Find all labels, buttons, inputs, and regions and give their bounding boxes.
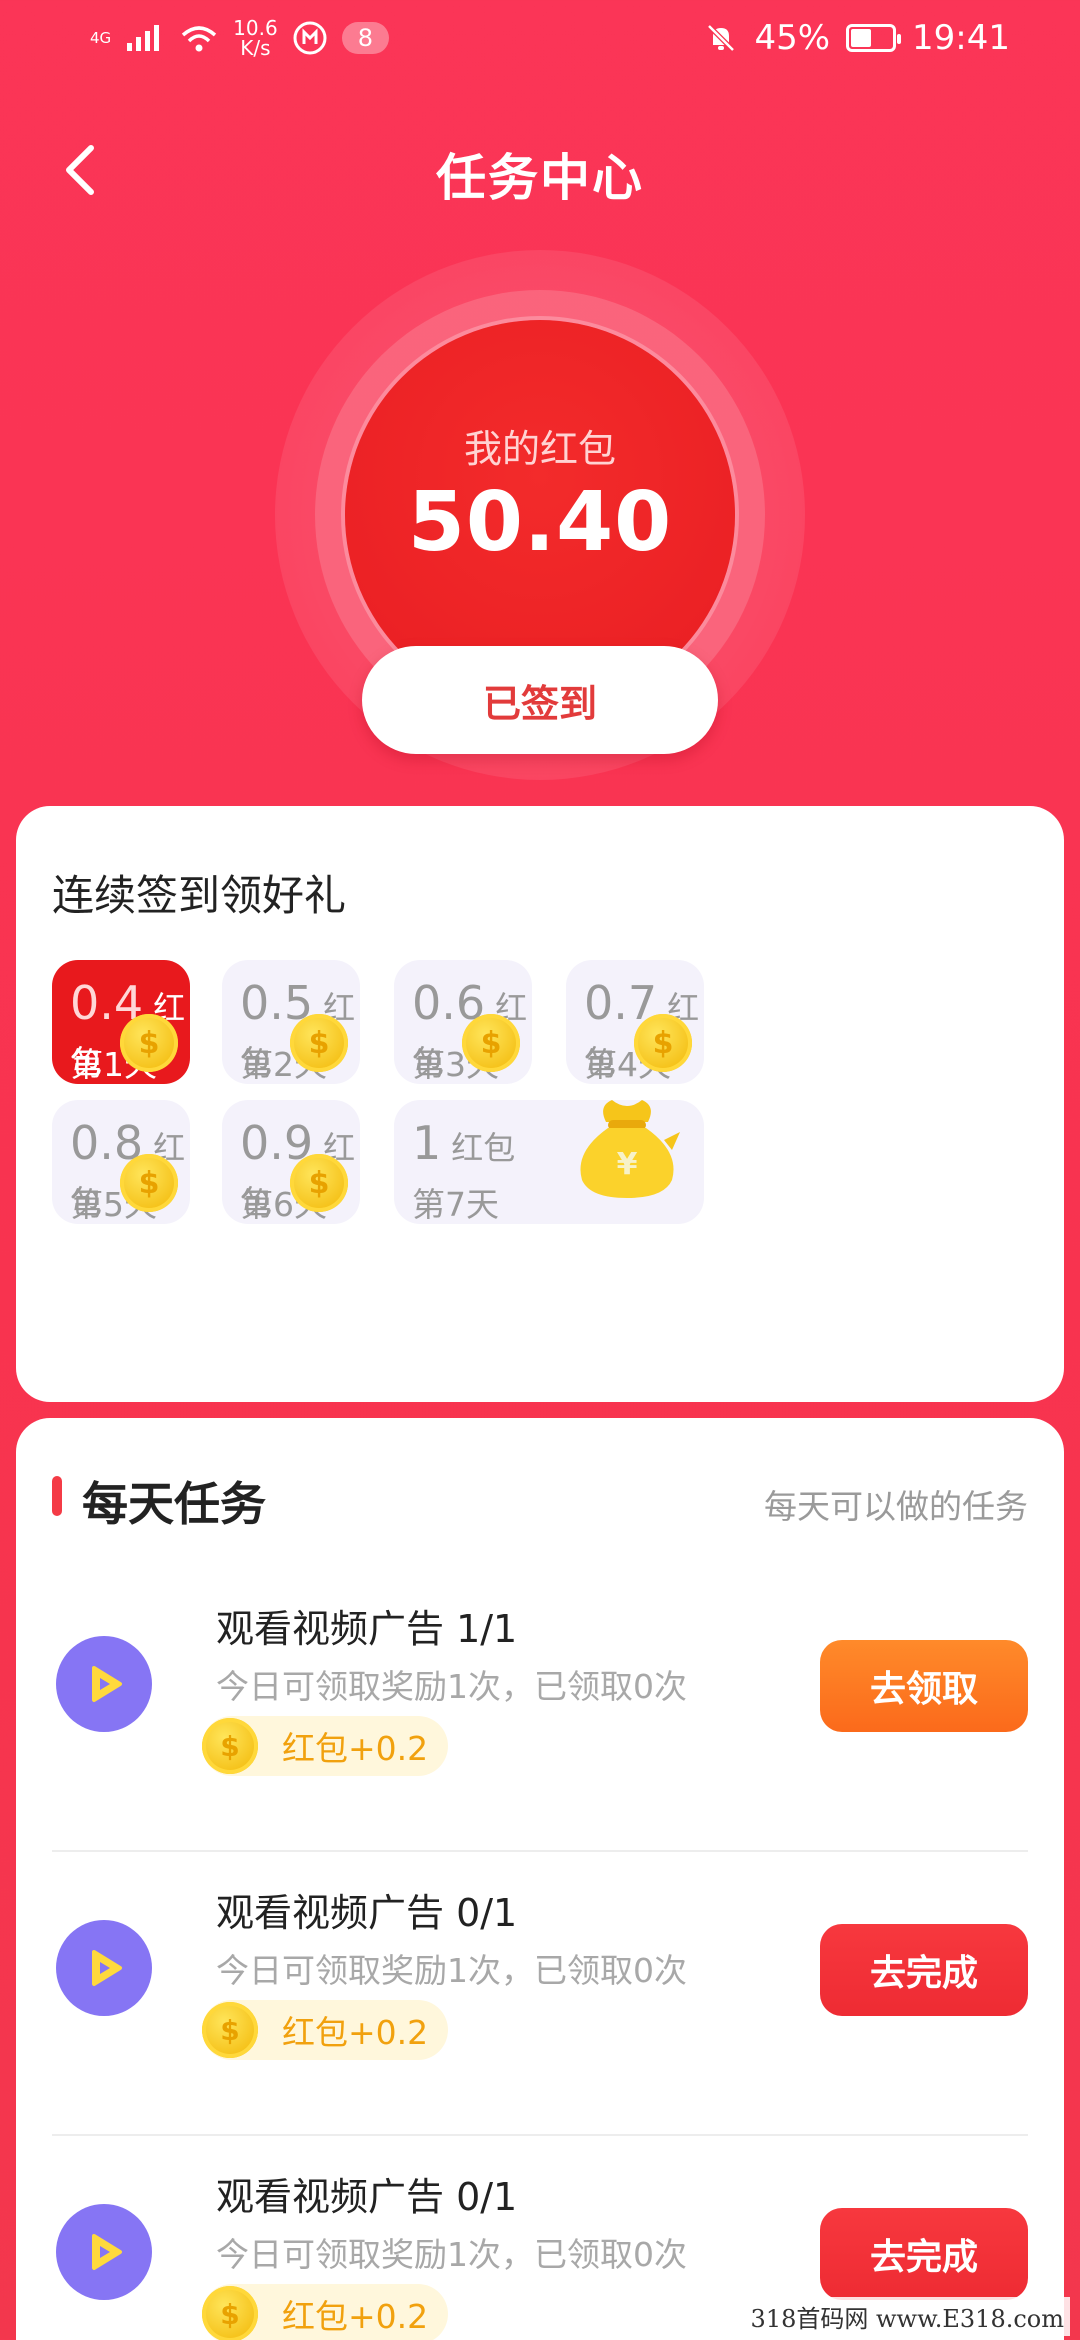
tasks-title: 每天任务 [82, 1477, 266, 1531]
task-description: 今日可领取奖励1次，已领取0次 [216, 1667, 687, 1706]
coin-icon: $ [202, 1718, 258, 1774]
task-description: 今日可领取奖励1次，已领取0次 [216, 1951, 687, 1990]
coin-icon: $ [202, 2002, 258, 2058]
play-icon [56, 1636, 152, 1732]
task-reward-text: 红包+0.2 [282, 1729, 429, 1768]
money-bag-icon: ¥ [580, 1100, 680, 1198]
checkin-title: 连续签到领好礼 [52, 871, 347, 920]
complete-task-button[interactable]: 去完成 [820, 1924, 1028, 2016]
checkin-day-7[interactable]: 1 红包 第7天 ¥ [394, 1100, 704, 1224]
coin-icon: $ [462, 1014, 520, 1072]
network-type: 4G [90, 29, 112, 47]
status-right: 45% 19:41 [704, 18, 1010, 58]
task-row: 观看视频广告 0/1 今日可领取奖励1次，已领取0次 $ 红包+0.2 去完成 [52, 1852, 1028, 2136]
task-description: 今日可领取奖励1次，已领取0次 [216, 2235, 687, 2274]
task-reward-badge: $ 红包+0.2 [202, 2000, 449, 2060]
header: 任务中心 [0, 120, 1080, 220]
coin-icon: $ [120, 1014, 178, 1072]
checkin-day-2[interactable]: 0.5 红包 第2天 $ [222, 960, 360, 1084]
day-label: 第7天 [412, 1185, 499, 1224]
complete-task-button[interactable]: 去完成 [820, 2208, 1028, 2300]
task-reward-text: 红包+0.2 [282, 2297, 429, 2336]
notification-count-badge: 8 [341, 22, 389, 54]
checkin-day-5[interactable]: 0.8 红包 第5天 $ [52, 1100, 190, 1224]
bell-off-icon [707, 24, 736, 52]
tasks-card: 每天任务 每天可以做的任务 观看视频广告 1/1 今日可领取奖励1次，已领取0次… [16, 1418, 1064, 2340]
task-title: 观看视频广告 1/1 [216, 1607, 518, 1651]
task-reward-badge: $ 红包+0.2 [202, 1716, 449, 1776]
checkin-day-1[interactable]: 0.4 红包 第1天 $ [52, 960, 190, 1084]
net-speed-unit: K/s [240, 36, 271, 60]
section-accent-bar [52, 1476, 62, 1516]
wifi-icon [182, 26, 217, 52]
signal-icon [127, 25, 160, 51]
battery-charging-icon [846, 24, 902, 52]
play-icon [56, 2204, 152, 2300]
task-title: 观看视频广告 0/1 [216, 1891, 518, 1935]
watermark: 318首码网 www.E318.com [744, 2297, 1070, 2336]
claim-reward-button[interactable]: 去领取 [820, 1640, 1028, 1732]
coin-icon: $ [120, 1154, 178, 1212]
coin-icon: $ [634, 1014, 692, 1072]
coin-icon: $ [202, 2286, 258, 2340]
play-icon [56, 1920, 152, 2016]
task-row: 观看视频广告 1/1 今日可领取奖励1次，已领取0次 $ 红包+0.2 去领取 [52, 1568, 1028, 1852]
task-reward-text: 红包+0.2 [282, 2013, 429, 2052]
wallet-hero: 我的红包 50.40 已签到 [0, 250, 1080, 780]
app-notification-icon [293, 21, 327, 55]
net-speed: 10.6 K/s [233, 18, 278, 58]
wallet-label: 我的红包 [463, 427, 616, 471]
wallet-amount: 50.40 [407, 475, 673, 570]
page-title: 任务中心 [436, 149, 644, 207]
day-amount: 1 红包 [412, 1116, 516, 1170]
battery-percent: 45% [754, 18, 831, 58]
checkin-day-6[interactable]: 0.9 红包 第6天 $ [222, 1100, 360, 1224]
signed-in-button[interactable]: 已签到 [362, 646, 718, 754]
checkin-day-4[interactable]: 0.7 红包 第4天 $ [566, 960, 704, 1084]
coin-icon: $ [290, 1014, 348, 1072]
checkin-day-3[interactable]: 0.6 红包 第3天 $ [394, 960, 532, 1084]
task-title: 观看视频广告 0/1 [216, 2175, 518, 2219]
tasks-subtitle: 每天可以做的任务 [764, 1487, 1028, 1526]
status-bar: 4G 10.6 K/s 8 45% 19:41 [0, 0, 1080, 84]
coin-icon: $ [290, 1154, 348, 1212]
task-reward-badge: $ 红包+0.2 [202, 2284, 449, 2340]
net-speed-value: 10.6 [233, 16, 278, 40]
status-left: 4G 10.6 K/s 8 [90, 18, 389, 58]
checkin-card: 连续签到领好礼 0.4 红包 第1天 $ 0.5 红包 第2天 $ 0.6 红包 第3… [16, 806, 1064, 1402]
svg-text:¥: ¥ [617, 1147, 638, 1182]
clock: 19:41 [912, 18, 1010, 58]
